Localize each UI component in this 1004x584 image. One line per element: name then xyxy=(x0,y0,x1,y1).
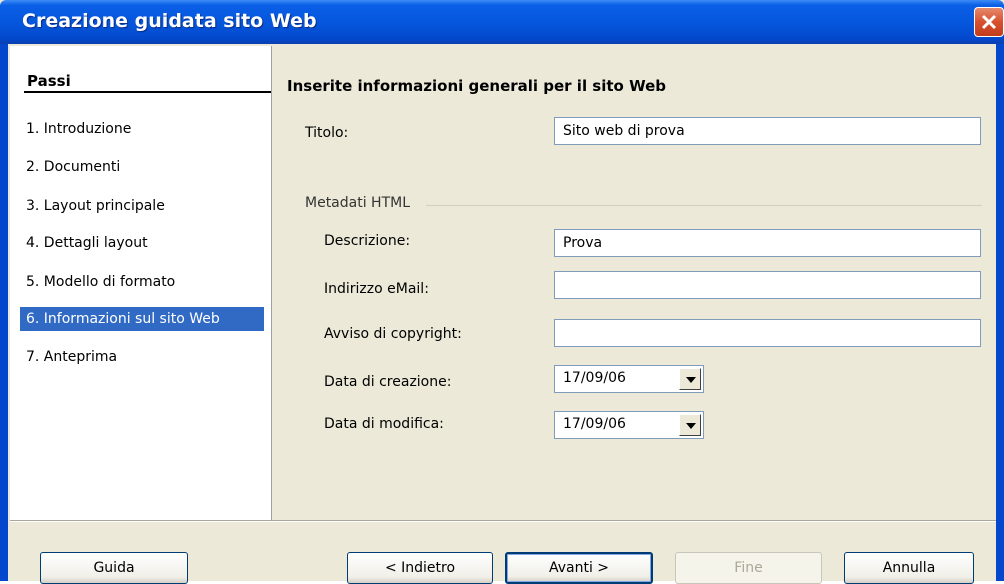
steps-sidebar: Passi 1. Introduzione 2. Documenti 3. La… xyxy=(10,46,272,520)
metadata-group-line xyxy=(426,205,982,206)
modification-date-field[interactable]: 17/09/06 xyxy=(554,411,704,439)
description-label: Descrizione: xyxy=(324,233,411,249)
window-border-right xyxy=(996,44,1004,581)
chevron-down-icon xyxy=(686,377,696,383)
description-field[interactable]: Prova xyxy=(554,229,981,257)
copyright-field[interactable] xyxy=(554,319,981,347)
window-title: Creazione guidata sito Web xyxy=(22,10,317,32)
step-documenti[interactable]: 2. Documenti xyxy=(26,155,260,179)
page-heading: Inserite informazioni generali per il si… xyxy=(287,77,666,95)
steps-heading: Passi xyxy=(27,72,71,90)
finish-button[interactable]: Fine xyxy=(675,552,822,584)
creation-date-value: 17/09/06 xyxy=(563,370,626,386)
close-icon xyxy=(981,14,997,30)
next-button[interactable]: Avanti > xyxy=(505,552,653,584)
content-panel: Inserite informazioni generali per il si… xyxy=(272,46,996,520)
footer-separator-highlight xyxy=(10,521,996,522)
creation-date-label: Data di creazione: xyxy=(324,374,452,390)
modification-date-label: Data di modifica: xyxy=(324,416,444,432)
help-button[interactable]: Guida xyxy=(40,552,188,584)
back-button[interactable]: < Indietro xyxy=(347,552,493,584)
modification-date-dropdown[interactable] xyxy=(679,414,701,436)
step-informazioni-sito[interactable]: 6. Informazioni sul sito Web xyxy=(20,307,264,331)
wizard-window: Creazione guidata sito Web Passi 1. Intr… xyxy=(0,0,1004,584)
step-introduzione[interactable]: 1. Introduzione xyxy=(26,117,260,141)
creation-date-field[interactable]: 17/09/06 xyxy=(554,365,704,393)
title-label: Titolo: xyxy=(305,125,349,141)
step-anteprima[interactable]: 7. Anteprima xyxy=(26,345,260,369)
step-layout-principale[interactable]: 3. Layout principale xyxy=(26,194,260,218)
creation-date-dropdown[interactable] xyxy=(679,368,701,390)
metadata-group-label: Metadati HTML xyxy=(305,195,411,211)
copyright-label: Avviso di copyright: xyxy=(324,326,462,342)
close-button[interactable] xyxy=(974,7,1004,37)
window-border-left xyxy=(0,44,8,581)
title-bar: Creazione guidata sito Web xyxy=(0,0,1004,44)
chevron-down-icon xyxy=(686,423,696,429)
email-label: Indirizzo eMail: xyxy=(324,281,429,297)
step-dettagli-layout[interactable]: 4. Dettagli layout xyxy=(26,231,260,255)
email-field[interactable] xyxy=(554,271,981,299)
title-field[interactable]: Sito web di prova xyxy=(554,117,981,145)
steps-heading-underline xyxy=(24,91,272,93)
step-modello-formato[interactable]: 5. Modello di formato xyxy=(26,270,260,294)
modification-date-value: 17/09/06 xyxy=(563,416,626,432)
cancel-button[interactable]: Annulla xyxy=(844,552,974,584)
